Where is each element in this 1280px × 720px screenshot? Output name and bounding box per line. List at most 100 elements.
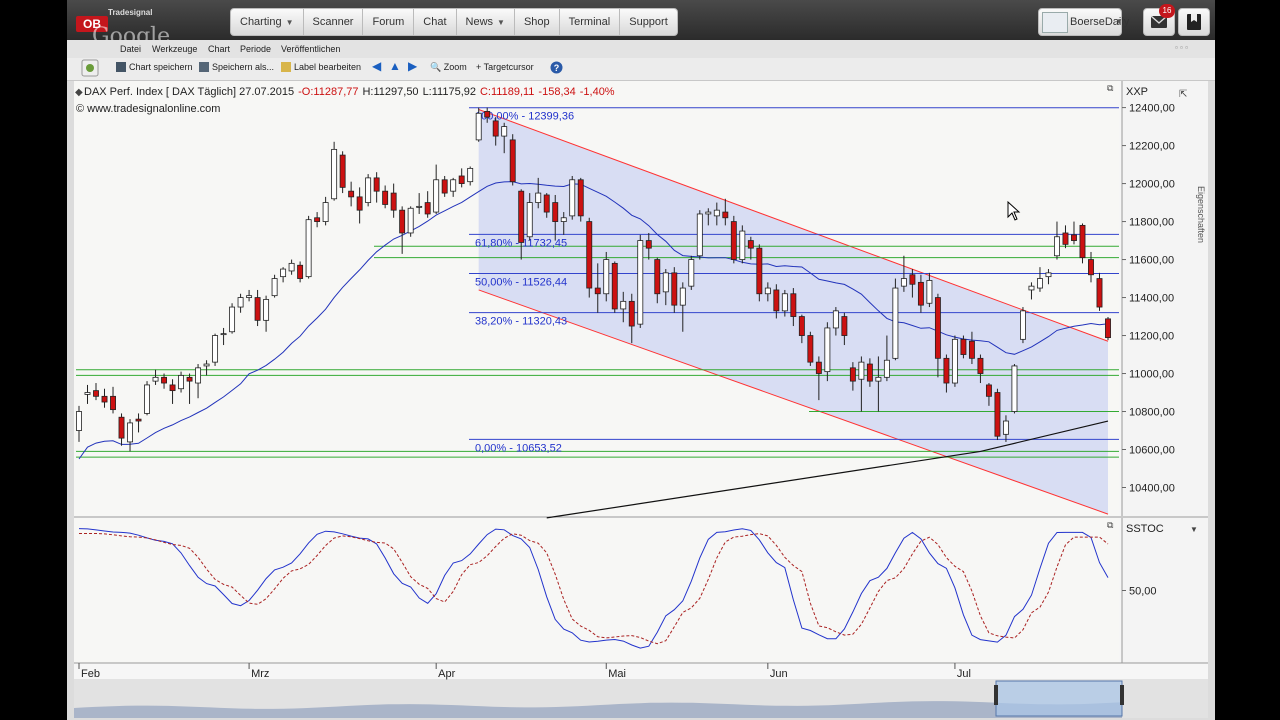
chart-area[interactable]: 100,00% - 12399,36 61,80% - 11732,45 50,00… (74, 81, 1208, 718)
candle-body (662, 272, 669, 293)
stoch-panel-label: SSTOC (1126, 523, 1164, 535)
candle (331, 141, 338, 201)
nav-item-label: News (465, 16, 494, 28)
save-as-label: Speichern als... (212, 62, 275, 72)
candle-body (883, 359, 890, 378)
candle (229, 303, 236, 334)
save-chart-label: Chart speichern (129, 62, 193, 72)
candle-body (339, 154, 346, 188)
candle-body (849, 367, 856, 382)
candle-body (220, 333, 227, 336)
collapse-triangle-icon: ◆ (75, 87, 83, 98)
candle-body (994, 392, 1001, 437)
nav-item-news[interactable]: News ▼ (457, 9, 515, 35)
change-pct-value: -1,40% (580, 86, 615, 98)
chevron-down-icon: ▼ (1190, 525, 1198, 534)
candle-body (577, 179, 584, 217)
candle-body (297, 264, 304, 279)
candle-body (467, 167, 474, 183)
nav-item-charting[interactable]: Charting ▼ (231, 9, 304, 35)
candle (365, 174, 372, 207)
candle-body (399, 209, 406, 234)
month-label: Jun (770, 668, 788, 680)
candle (144, 381, 150, 416)
forward-arrow-icon[interactable]: ▶ (408, 59, 417, 73)
menu-chart[interactable]: Chart (208, 44, 230, 54)
chart-svg[interactable]: 100,00% - 12399,3661,80% - 11732,4550,00… (74, 81, 1208, 718)
nav-item-shop[interactable]: Shop (515, 9, 560, 35)
candle-body (110, 395, 116, 411)
candle-body (458, 175, 465, 184)
candle-body (195, 367, 202, 384)
nav-item-label: Terminal (568, 16, 611, 28)
nav-item-label: Shop (523, 16, 550, 28)
nav-item-forum[interactable]: Forum (363, 9, 415, 35)
price-tick-label: 10800,00 (1129, 407, 1175, 419)
zoom-button[interactable]: 🔍 Zoom (430, 62, 467, 73)
panel-maximize-icon: ⧉ (1107, 520, 1114, 530)
candle-body (135, 418, 142, 422)
candle-body (1002, 420, 1009, 435)
candle-body (756, 247, 763, 295)
refresh-button[interactable] (81, 58, 99, 80)
target-cursor-button[interactable]: + Targetcursor (476, 62, 534, 72)
nav-item-chat[interactable]: Chat (414, 9, 457, 35)
window-controls[interactable]: ▫ ▫ ▫ (1175, 43, 1188, 52)
candle-body (1088, 259, 1094, 276)
user-menu-button[interactable]: BoerseDaily ▼ (1038, 8, 1129, 36)
candle-body (509, 139, 516, 183)
high-value: H:11297,50 (362, 86, 418, 98)
menu-veroeffentlichen[interactable]: Veröffentlichen (281, 44, 340, 54)
candle-body (356, 196, 363, 211)
candle-body (730, 221, 737, 260)
nav-item-scanner[interactable]: Scanner (304, 9, 364, 35)
candle (960, 335, 967, 359)
zoom-icon: 🔍 (430, 62, 442, 72)
candle-body (322, 202, 329, 222)
candle (688, 255, 695, 290)
edit-label-label: Label bearbeiten (294, 62, 362, 72)
menu-periode[interactable]: Periode (240, 44, 271, 54)
candle-body (909, 274, 916, 285)
candle-body (798, 316, 805, 336)
save-icon (116, 62, 126, 72)
help-button[interactable]: ? (550, 61, 563, 76)
bookmark-button[interactable] (1178, 8, 1210, 36)
mail-badge: 16 (1159, 4, 1175, 18)
price-tick-label: 11200,00 (1129, 331, 1174, 343)
candle-body (1020, 310, 1026, 340)
candle-body (288, 262, 295, 272)
candle-body (917, 281, 924, 306)
menu-werkzeuge[interactable]: Werkzeuge (152, 44, 197, 54)
candle-body (127, 422, 133, 443)
candle (339, 151, 346, 194)
candle (611, 261, 618, 313)
candle-body (484, 110, 491, 118)
candle-body (569, 179, 576, 217)
candle (1105, 317, 1111, 341)
candle-body (866, 363, 873, 382)
nav-item-support[interactable]: Support (620, 9, 677, 35)
app-logo[interactable]: Tradesignal OB Google (74, 6, 174, 49)
candle-body (807, 335, 814, 363)
candle-body (203, 363, 210, 367)
back-arrow-icon[interactable]: ◀ (372, 59, 381, 73)
navigator-handle-right (1120, 685, 1124, 705)
home-icon[interactable]: ▲ (389, 59, 401, 73)
candle-body (552, 202, 559, 222)
candle-body (722, 211, 729, 219)
edit-label-button[interactable]: Label bearbeiten (281, 62, 361, 72)
save-chart-button[interactable]: Chart speichern (116, 62, 193, 72)
app-window: Tradesignal OB Google Charting ▼ Scanner Fo… (67, 0, 1215, 720)
save-as-button[interactable]: Speichern als... (199, 62, 274, 72)
candle-body (696, 213, 703, 257)
candle-body (875, 376, 882, 382)
nav-item-terminal[interactable]: Terminal (560, 9, 621, 35)
candle-body (535, 192, 542, 203)
candle-body (951, 338, 958, 384)
candle-body (654, 259, 661, 295)
navigator-window (995, 680, 1123, 717)
menu-datei[interactable]: Datei (120, 44, 141, 54)
change-value: -158,34 (538, 86, 575, 98)
chevron-down-icon: ▼ (497, 18, 505, 27)
